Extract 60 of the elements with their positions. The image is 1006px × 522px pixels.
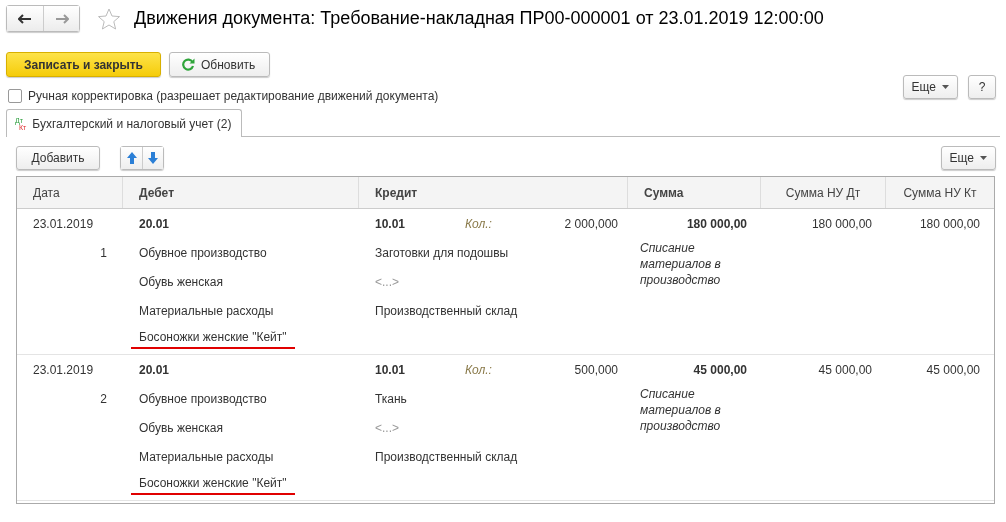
up-arrow-icon — [126, 152, 137, 164]
table-cell: Обувное производство — [139, 245, 267, 260]
table-cell-text: Списание материалов в производство — [640, 240, 722, 288]
window-title: Движения документа: Требование-накладная ПР00-000001 от 23.01.2019 12:00:00 — [134, 8, 824, 29]
manual-edit-label: Ручная корректировка (разрешает редактирование движений документа) — [28, 89, 439, 103]
caret-icon — [980, 156, 987, 160]
table-cell: 500,000 — [574, 362, 618, 377]
table-cell: 45 000,00 — [693, 362, 747, 377]
table-cell: Производственный склад — [375, 449, 518, 464]
table-cell: Заготовки для подошвы — [375, 245, 509, 260]
table-cell: 20.01 — [139, 362, 170, 377]
table-cell: Обувь женская — [139, 274, 223, 289]
star-icon[interactable] — [98, 7, 120, 30]
table-cell: 23.01.2019 — [33, 216, 94, 231]
table-cell-text: Списание материалов в производство — [640, 386, 722, 434]
quantity-label: Кол.: — [465, 362, 492, 377]
table-cell: Босоножки женские "Кейт" — [131, 330, 295, 349]
table-cell: <...> — [375, 420, 400, 435]
column-header[interactable]: Кредит — [359, 177, 628, 208]
save-and-close-button[interactable]: Записать и закрыть — [6, 52, 161, 77]
back-button[interactable] — [7, 6, 43, 31]
table-cell: 45 000,00 — [818, 362, 872, 377]
table-cell: 2 000,000 — [564, 216, 618, 231]
table-cell: 10.01 — [375, 362, 406, 377]
table-cell: 2 — [100, 391, 107, 406]
table-cell: 180 000,00 — [919, 216, 980, 231]
refresh-button[interactable]: Обновить — [169, 52, 270, 77]
add-button[interactable]: Добавить — [16, 146, 100, 170]
table-cell: 180 000,00 — [686, 216, 747, 231]
left-arrow-icon — [18, 13, 32, 24]
table-cell: Материальные расходы — [139, 303, 274, 318]
table-cell: 45 000,00 — [926, 362, 980, 377]
table-cell: 180 000,00 — [811, 216, 872, 231]
table-cell: Ткань — [375, 391, 407, 406]
table-cell: Босоножки женские "Кейт" — [131, 476, 295, 495]
caret-icon — [942, 85, 949, 89]
table-cell: 20.01 — [139, 216, 170, 231]
column-header[interactable]: Дебет — [123, 177, 359, 208]
down-arrow-icon — [148, 152, 158, 164]
help-button[interactable]: ? — [968, 75, 996, 99]
column-header[interactable]: Сумма НУ Дт — [761, 177, 886, 208]
right-arrow-icon — [54, 13, 69, 24]
table-cell: Производственный склад — [375, 303, 518, 318]
table-cell: <...> — [375, 274, 400, 289]
column-header[interactable]: Дата — [17, 177, 123, 208]
table-cell: 23.01.2019 — [33, 362, 94, 377]
table-more-button[interactable]: Еще — [940, 146, 996, 170]
move-up-button[interactable] — [121, 147, 142, 169]
table-cell: 10.01 — [375, 216, 406, 231]
table-cell: Обувь женская — [139, 420, 223, 435]
more-button[interactable]: Еще — [902, 75, 958, 99]
move-down-button[interactable] — [142, 147, 163, 169]
manual-edit-checkbox[interactable] — [8, 89, 22, 103]
quantity-label: Кол.: — [465, 216, 492, 231]
table-cell: 1 — [100, 245, 107, 260]
table-cell: Материальные расходы — [139, 449, 274, 464]
column-header[interactable]: Сумма — [628, 177, 761, 208]
table-cell: Обувное производство — [139, 391, 267, 406]
column-header[interactable]: Сумма НУ Кт — [886, 177, 994, 208]
refresh-icon — [182, 58, 195, 71]
